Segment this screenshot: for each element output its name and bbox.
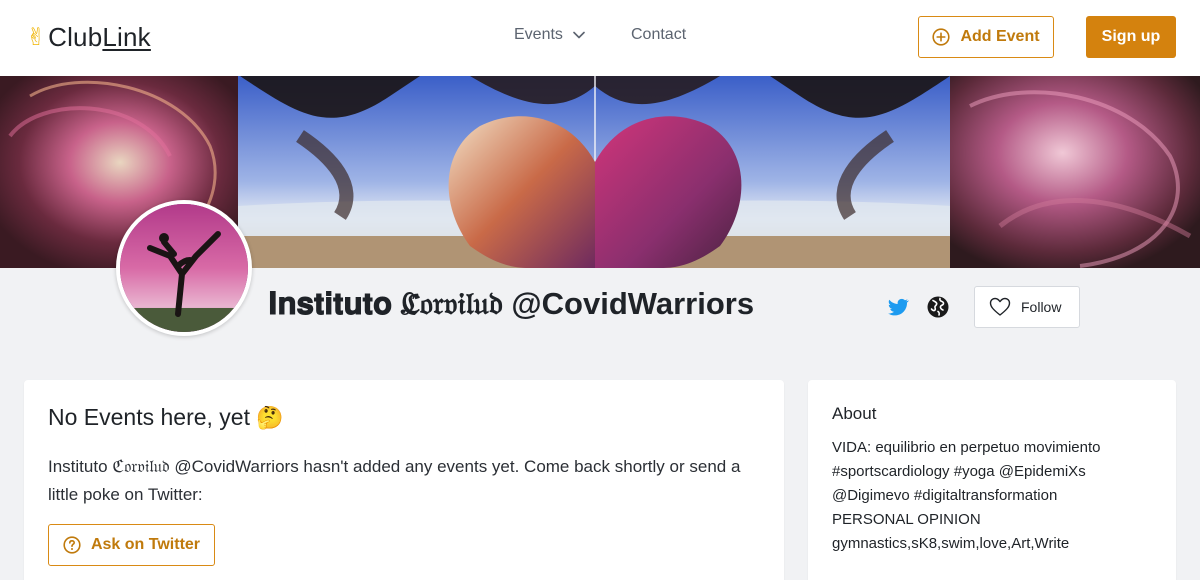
logo-link[interactable]: ✌ ClubLink <box>26 22 151 52</box>
chevron-down-icon <box>573 31 585 39</box>
victory-hand-icon: ✌ <box>26 23 47 51</box>
about-line: VIDA: equilibrio en perpetuo movimiento <box>832 439 1101 456</box>
thinking-face-icon: 🤔 <box>256 406 284 431</box>
profile-name: 𝐈𝐧𝐬𝐭𝐢𝐭𝐮𝐭𝐨 ℭ𝔬𝔯𝔳𝔦𝔩𝔲𝔡 @CovidWarriors <box>268 286 755 321</box>
twitter-icon[interactable] <box>886 295 910 319</box>
follow-button[interactable]: Follow <box>974 286 1080 328</box>
avatar-image <box>120 204 248 332</box>
about-line: @Digimevo #digitaltransformation <box>832 487 1058 504</box>
about-title: About <box>832 404 877 423</box>
events-empty-title: No Events here, yet 🤔 <box>48 404 284 431</box>
ask-on-twitter-label: Ask on Twitter <box>90 536 201 553</box>
about-bio: VIDA: equilibrio en perpetuo movimiento … <box>832 436 1162 556</box>
about-line: #sportscardiology #yoga @EpidemiXs <box>832 463 1086 480</box>
add-event-label: Add Event <box>960 28 1040 45</box>
nav-contact-link[interactable]: Contact <box>631 26 686 44</box>
nav-events-dropdown[interactable]: Events <box>514 26 585 44</box>
follow-label: Follow <box>1021 299 1062 315</box>
nav-events-label: Events <box>514 26 563 43</box>
globe-icon[interactable] <box>926 295 950 319</box>
sign-up-button[interactable]: Sign up <box>1086 16 1176 58</box>
about-line: gymnastics,sK8,swim,love,Art,Write <box>832 535 1070 552</box>
question-circle-icon <box>63 536 81 554</box>
heart-icon <box>989 297 1011 316</box>
events-card: No Events here, yet 🤔 Instituto ℭ𝔬𝔯𝔳𝔦𝔩𝔲𝔡… <box>24 380 784 580</box>
top-navbar: ✌ ClubLink Events Contact Add Event Sign… <box>0 0 1200 76</box>
ask-on-twitter-button[interactable]: Ask on Twitter <box>48 524 215 566</box>
add-event-button[interactable]: Add Event <box>918 16 1054 58</box>
avatar <box>116 200 252 336</box>
main-nav: Events Contact <box>514 26 686 44</box>
about-line: PERSONAL OPINION <box>832 511 981 528</box>
plus-circle-icon <box>932 28 951 46</box>
logo-text: ClubLink <box>48 22 151 52</box>
events-empty-message: Instituto ℭ𝔬𝔯𝔳𝔦𝔩𝔲𝔡 @CovidWarriors hasn't… <box>48 457 741 504</box>
about-card: About VIDA: equilibrio en perpetuo movim… <box>808 380 1176 580</box>
